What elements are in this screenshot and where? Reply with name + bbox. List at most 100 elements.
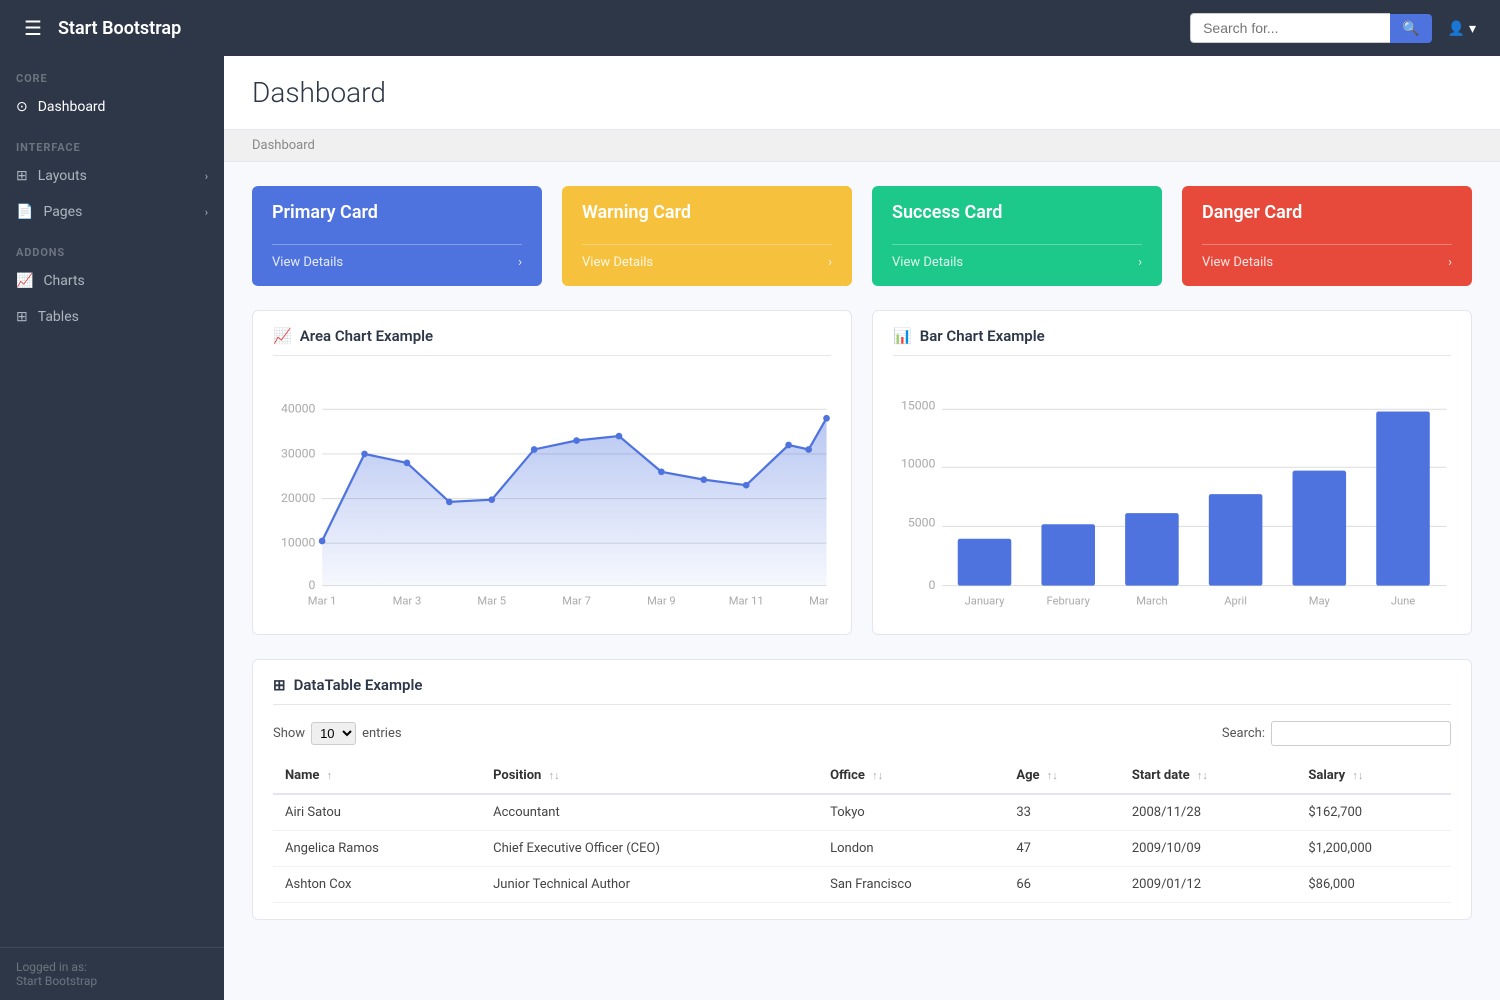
- brand-logo[interactable]: Start Bootstrap: [58, 18, 181, 39]
- search-input[interactable]: [1190, 13, 1390, 43]
- col-age[interactable]: Age ↑↓: [1004, 758, 1119, 794]
- svg-text:March: March: [1136, 595, 1167, 608]
- svg-text:30000: 30000: [281, 446, 316, 460]
- svg-text:April: April: [1224, 595, 1247, 608]
- danger-card-title: Danger Card: [1202, 202, 1452, 223]
- bar-chart-svg: 0 5000 10000 15000: [893, 368, 1451, 614]
- primary-card-link-text: View Details: [272, 255, 343, 270]
- position-sort-icon: ↑↓: [549, 769, 560, 782]
- svg-text:Mar 13: Mar 13: [809, 595, 831, 608]
- logged-in-label: Logged in as:: [16, 960, 208, 974]
- primary-card-link[interactable]: View Details ›: [272, 244, 522, 270]
- office-sort-icon: ↑↓: [872, 769, 883, 782]
- hamburger-icon: ☰: [24, 18, 42, 40]
- age-sort-icon: ↑↓: [1047, 769, 1058, 782]
- primary-card-title: Primary Card: [272, 202, 522, 223]
- warning-card-link[interactable]: View Details ›: [582, 244, 832, 270]
- col-name[interactable]: Name ↑: [273, 758, 481, 794]
- table-cell: Accountant: [481, 794, 818, 831]
- sidebar-item-dashboard[interactable]: ⊙ Dashboard: [0, 89, 224, 125]
- svg-text:40000: 40000: [281, 402, 316, 416]
- primary-card-arrow-icon: ›: [518, 255, 522, 270]
- area-chart-svg: 0 10000 20000 30000 40000: [273, 368, 831, 614]
- svg-text:May: May: [1309, 595, 1331, 608]
- navbar: ☰ Start Bootstrap 🔍 👤 ▾: [0, 0, 1500, 56]
- table-cell: Ashton Cox: [273, 866, 481, 902]
- main-content: Dashboard Dashboard Primary Card View De…: [224, 56, 1500, 1000]
- search-label: Search:: [1222, 726, 1265, 741]
- show-label: Show: [273, 726, 305, 741]
- sidebar-section-addons: Addons: [0, 230, 224, 263]
- sidebar-label-tables: Tables: [38, 309, 79, 325]
- area-chart-header: 📈 Area Chart Example: [273, 327, 831, 356]
- table-cell: London: [818, 830, 1004, 866]
- svg-text:January: January: [965, 595, 1005, 608]
- sidebar-label-dashboard: Dashboard: [38, 99, 106, 115]
- danger-card-link[interactable]: View Details ›: [1202, 244, 1452, 270]
- svg-text:10000: 10000: [281, 536, 316, 550]
- warning-card-title: Warning Card: [582, 202, 832, 223]
- show-entries: Show 10 25 50 entries: [273, 722, 402, 745]
- entries-select[interactable]: 10 25 50: [311, 722, 356, 745]
- table-row: Angelica RamosChief Executive Officer (C…: [273, 830, 1451, 866]
- danger-card-link-text: View Details: [1202, 255, 1273, 270]
- datatable-icon: ⊞: [273, 676, 286, 694]
- table-cell: Angelica Ramos: [273, 830, 481, 866]
- charts-row: 📈 Area Chart Example 0 10000 20000 30000…: [252, 310, 1472, 635]
- search-button[interactable]: 🔍: [1390, 14, 1431, 43]
- table-row: Airi SatouAccountantTokyo332008/11/28$16…: [273, 794, 1451, 831]
- charts-icon: 📈: [16, 273, 33, 289]
- pages-icon: 📄: [16, 204, 33, 220]
- table-cell: Tokyo: [818, 794, 1004, 831]
- svg-text:Mar 5: Mar 5: [477, 595, 506, 608]
- page-title: Dashboard: [252, 76, 1472, 109]
- breadcrumb: Dashboard: [224, 130, 1500, 162]
- sidebar-item-tables[interactable]: ⊞ Tables: [0, 299, 224, 335]
- datatable-title: DataTable Example: [294, 676, 423, 694]
- sidebar-toggle-button[interactable]: ☰: [16, 12, 50, 45]
- svg-text:Mar 11: Mar 11: [729, 595, 764, 608]
- table-cell: Chief Executive Officer (CEO): [481, 830, 818, 866]
- col-position[interactable]: Position ↑↓: [481, 758, 818, 794]
- table-cell: 2009/10/09: [1120, 830, 1297, 866]
- user-caret-icon: ▾: [1469, 20, 1476, 37]
- sidebar-section-core: Core: [0, 56, 224, 89]
- table-cell: 33: [1004, 794, 1119, 831]
- svg-text:February: February: [1047, 595, 1091, 608]
- success-card-title: Success Card: [892, 202, 1142, 223]
- col-salary[interactable]: Salary ↑↓: [1296, 758, 1451, 794]
- layouts-icon: ⊞: [16, 168, 28, 184]
- success-card-link[interactable]: View Details ›: [892, 244, 1142, 270]
- sidebar: Core ⊙ Dashboard Interface ⊞ Layouts › 📄…: [0, 56, 224, 1000]
- user-icon: 👤: [1448, 20, 1465, 37]
- danger-card: Danger Card View Details ›: [1182, 186, 1472, 286]
- table-search: Search:: [1222, 721, 1451, 746]
- area-chart-container: 0 10000 20000 30000 40000: [273, 368, 831, 618]
- user-menu-button[interactable]: 👤 ▾: [1440, 16, 1484, 41]
- table-cell: 2008/11/28: [1120, 794, 1297, 831]
- dashboard-icon: ⊙: [16, 99, 28, 115]
- success-card: Success Card View Details ›: [872, 186, 1162, 286]
- bar-chart-container: 0 5000 10000 15000: [893, 368, 1451, 618]
- sidebar-item-charts[interactable]: 📈 Charts: [0, 263, 224, 299]
- search-container: 🔍: [1190, 13, 1431, 43]
- svg-text:Mar 3: Mar 3: [393, 595, 422, 608]
- primary-card: Primary Card View Details ›: [252, 186, 542, 286]
- svg-text:Mar 7: Mar 7: [562, 595, 591, 608]
- col-startdate[interactable]: Start date ↑↓: [1120, 758, 1297, 794]
- sidebar-label-pages: Pages: [43, 204, 82, 220]
- sidebar-item-layouts[interactable]: ⊞ Layouts ›: [0, 158, 224, 194]
- svg-text:5000: 5000: [908, 515, 936, 529]
- search-icon: 🔍: [1402, 20, 1419, 36]
- startdate-sort-icon: ↑↓: [1197, 769, 1208, 782]
- warning-card-link-text: View Details: [582, 255, 653, 270]
- danger-card-arrow-icon: ›: [1448, 255, 1452, 270]
- svg-text:Mar 1: Mar 1: [308, 595, 337, 608]
- col-office[interactable]: Office ↑↓: [818, 758, 1004, 794]
- table-search-input[interactable]: [1271, 721, 1451, 746]
- layouts-chevron-icon: ›: [205, 170, 208, 183]
- sidebar-bottom: Logged in as: Start Bootstrap: [0, 947, 224, 1000]
- sidebar-item-pages[interactable]: 📄 Pages ›: [0, 194, 224, 230]
- tables-icon: ⊞: [16, 309, 28, 325]
- bar-chart-title: Bar Chart Example: [920, 327, 1045, 345]
